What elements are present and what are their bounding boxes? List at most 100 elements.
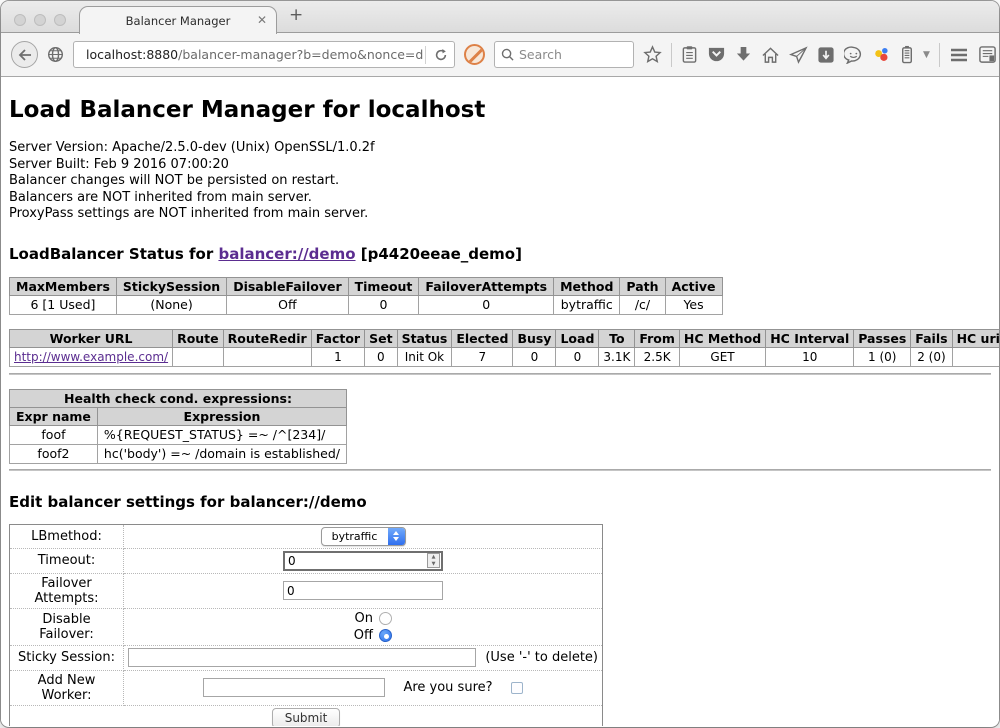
cell: hc('body') =~ /domain is established/ [97, 444, 346, 463]
submit-button[interactable]: Submit [272, 708, 341, 727]
caret-down-icon[interactable]: ▼ [923, 50, 930, 60]
balancer-demo-link[interactable]: balancer://demo [218, 245, 355, 263]
close-window-button[interactable] [14, 14, 26, 26]
tab-title: Balancer Manager [126, 14, 231, 28]
worker-cell: 2 (0) [911, 347, 952, 366]
pocket-button[interactable] [707, 46, 726, 64]
toolbar-separator [671, 43, 672, 67]
balancer-header-row: MaxMembersStickySessionDisableFailoverTi… [10, 277, 723, 295]
section-divider [9, 469, 991, 471]
radio-off[interactable] [379, 629, 392, 642]
form-row-submit: Submit [10, 705, 603, 726]
worker-cell: GET [679, 347, 765, 366]
edit-settings-heading: Edit balancer settings for balancer://de… [9, 493, 991, 511]
globe-icon[interactable] [47, 46, 64, 63]
chat-button[interactable] [844, 46, 863, 64]
balancer-header: MaxMembers [10, 277, 117, 295]
sticky-session-input[interactable] [128, 648, 476, 667]
pages-grid-button[interactable] [978, 45, 997, 64]
clipboard-icon [681, 45, 698, 64]
downloads-button[interactable] [735, 46, 752, 63]
block-badge-icon[interactable] [464, 44, 485, 65]
menu-button[interactable] [949, 47, 969, 63]
battery-button[interactable] [900, 45, 914, 64]
battery-icon [900, 45, 914, 64]
url-host: localhost:8880 [86, 47, 178, 62]
form-row-disable-failover: Disable Failover: On Off [10, 608, 603, 645]
search-icon [501, 48, 514, 61]
confirm-checkbox[interactable] [511, 682, 523, 694]
balancer-header: DisableFailover [227, 277, 348, 295]
send-tab-button[interactable] [789, 46, 808, 64]
balancer-cell: bytraffic [554, 295, 620, 314]
balancer-header: Timeout [348, 277, 419, 295]
balancer-header: Method [554, 277, 620, 295]
worker-table: Worker URLRouteRouteRedirFactorSetStatus… [9, 329, 999, 367]
balancer-cell: (None) [116, 295, 226, 314]
form-row-failover-attempts: Failover Attempts: [10, 573, 603, 608]
sticky-session-label: Sticky Session: [10, 645, 124, 670]
balancer-cell: /c/ [620, 295, 665, 314]
server-info-line: Balancer changes will NOT be persisted o… [9, 173, 991, 190]
extension-download-button[interactable] [817, 46, 835, 64]
url-bar[interactable]: localhost:8880/balancer-manager?b=demo&n… [73, 41, 455, 68]
worker-header: Status [397, 329, 452, 347]
minimize-window-button[interactable] [34, 14, 46, 26]
worker-header: Set [365, 329, 397, 347]
send-icon [789, 46, 808, 64]
balancer-header: Path [620, 277, 665, 295]
worker-cell: Init Ok [397, 347, 452, 366]
failover-attempts-input[interactable] [283, 581, 443, 600]
add-worker-label: Add New Worker: [10, 670, 124, 705]
server-info-line: Server Version: Apache/2.5.0-dev (Unix) … [9, 140, 991, 157]
worker-header: HC uri [952, 329, 999, 347]
balancer-data-row: 6 [1 Used](None)Off00bytraffic/c/Yes [10, 295, 723, 314]
worker-cell: 7 [452, 347, 513, 366]
balancer-cell: 0 [348, 295, 419, 314]
server-info-line: ProxyPass settings are NOT inherited fro… [9, 206, 991, 223]
close-tab-icon[interactable]: ✕ [257, 13, 267, 27]
tab-balancer-manager[interactable]: Balancer Manager ✕ [79, 6, 277, 34]
confirm-label: Are you sure? [403, 680, 492, 695]
add-worker-input[interactable] [203, 678, 385, 697]
color-dots-button[interactable] [872, 45, 891, 64]
back-button[interactable] [11, 41, 38, 68]
disable-failover-label: Disable Failover: [10, 608, 124, 645]
navigation-toolbar: localhost:8880/balancer-manager?b=demo&n… [1, 33, 999, 77]
menu-icon [949, 47, 969, 63]
home-button[interactable] [761, 46, 780, 64]
worker-cell [173, 347, 224, 366]
new-tab-button[interactable]: + [289, 5, 303, 25]
timeout-label: Timeout: [10, 548, 124, 573]
bookmark-star-button[interactable] [643, 45, 662, 64]
zoom-window-button[interactable] [54, 14, 66, 26]
section-divider [9, 373, 991, 375]
worker-url-link[interactable]: http://www.example.com/ [14, 350, 168, 364]
pocket-icon [707, 46, 726, 64]
worker-header: Worker URL [10, 329, 173, 347]
form-row-add-worker: Add New Worker: Are you sure? [10, 670, 603, 705]
window-controls[interactable] [14, 14, 66, 26]
toolbar-separator [939, 43, 940, 67]
url-path: /balancer-manager?b=demo&nonce=decc37be-… [178, 47, 423, 62]
worker-header: From [635, 329, 680, 347]
download-icon [735, 46, 752, 63]
worker-header: RouteRedir [223, 329, 311, 347]
loadbalancer-status-heading: LoadBalancer Status for balancer://demo … [9, 245, 991, 263]
timeout-input[interactable]: 0 ▲▼ [283, 551, 443, 571]
server-info-line: Balancers are NOT inherited from main se… [9, 190, 991, 207]
server-info: Server Version: Apache/2.5.0-dev (Unix) … [9, 140, 991, 223]
balancer-header: StickySession [116, 277, 226, 295]
lbmethod-select[interactable]: bytraffic [321, 527, 406, 546]
search-bar[interactable]: Search [494, 41, 634, 68]
reading-list-button[interactable] [681, 45, 698, 64]
url-text: localhost:8880/balancer-manager?b=demo&n… [86, 47, 423, 62]
worker-cell [952, 347, 999, 366]
number-spinner-icon[interactable]: ▲▼ [427, 553, 440, 568]
balancer-cell: 6 [1 Used] [10, 295, 117, 314]
disable-failover-radio-group: On Off [128, 611, 598, 643]
reload-button[interactable] [428, 42, 454, 67]
worker-header: Elected [452, 329, 513, 347]
radio-on[interactable] [379, 612, 392, 625]
worker-header: HC Method [679, 329, 765, 347]
